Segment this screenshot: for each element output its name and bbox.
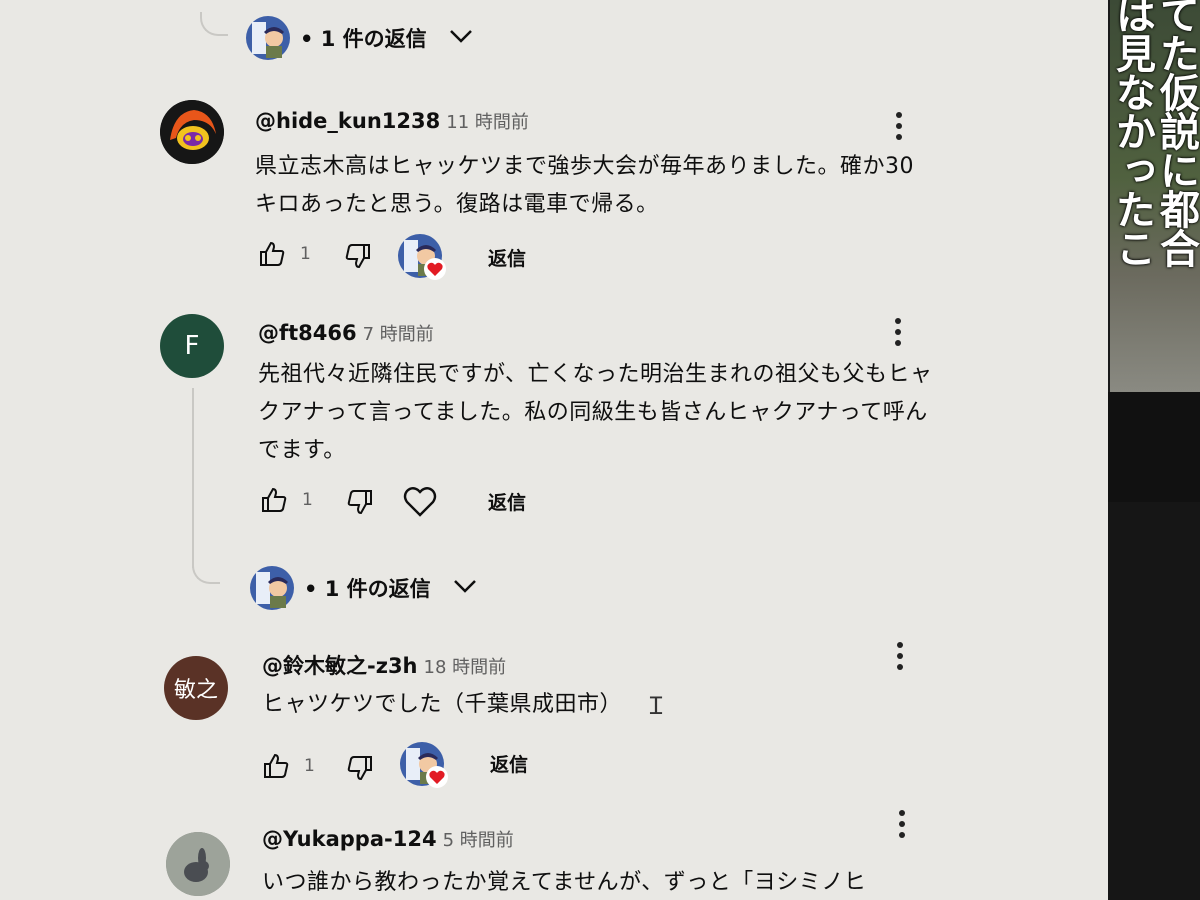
heart-button[interactable] — [402, 484, 438, 518]
dislike-button[interactable] — [344, 242, 372, 270]
chevron-down-icon — [453, 578, 477, 598]
chevron-down-icon — [449, 28, 473, 48]
reply-button[interactable]: 返信 — [488, 244, 526, 271]
avatar-initial: 敏之 — [173, 678, 218, 703]
comment-text: 県立志木高はヒャッケツまで強歩大会が毎年ありました。確か30キロあったと思う。復… — [255, 154, 914, 217]
comments-panel: • 1 件の返信 @hide_kun1238 11 時間前 県立志木高はヒャッケツ… — [0, 0, 1108, 900]
like-button[interactable]: 1 — [260, 486, 313, 514]
comment-timestamp[interactable]: 7 時間前 — [363, 324, 434, 345]
user-avatar[interactable]: F — [160, 314, 224, 378]
heart-icon — [426, 766, 448, 788]
more-options-icon[interactable] — [894, 640, 906, 672]
creator-avatar — [246, 16, 290, 60]
video-caption: てた仮説に都合 は見なかったこ — [1110, 0, 1199, 267]
thumbs-up-icon — [262, 487, 287, 512]
dislike-button[interactable] — [346, 754, 374, 782]
like-count: 1 — [300, 244, 311, 264]
like-button[interactable]: 1 — [258, 240, 311, 268]
thumbs-down-icon — [345, 244, 370, 269]
like-count: 1 — [302, 490, 313, 510]
replies-count-label: • 1 件の返信 — [300, 27, 427, 51]
heart-icon — [424, 258, 446, 280]
comment-timestamp[interactable]: 11 時間前 — [446, 112, 529, 133]
user-avatar[interactable] — [160, 100, 224, 164]
replies-toggle[interactable]: • 1 件の返信 — [246, 16, 473, 60]
creator-heart — [400, 742, 448, 788]
more-options-icon[interactable] — [892, 316, 904, 348]
author-handle[interactable]: @鈴木敏之-z3h — [262, 654, 418, 678]
comment-author[interactable]: @hide_kun1238 11 時間前 — [255, 108, 529, 134]
creator-heart — [398, 234, 446, 280]
user-avatar[interactable]: 敏之 — [164, 656, 228, 720]
comment-text: いつ誰から教わったか覚えてませんが、ずっと「ヨシミノヒ — [262, 870, 867, 895]
thumbs-up-icon — [264, 753, 289, 778]
author-handle[interactable]: @hide_kun1238 — [255, 109, 440, 133]
caption-line: は見なかったこ — [1110, 0, 1155, 267]
video-thumbnail[interactable]: てた仮説に都合 は見なかったこ — [1110, 0, 1200, 392]
user-avatar[interactable] — [166, 832, 230, 896]
replies-toggle[interactable]: • 1 件の返信 — [250, 566, 477, 610]
avatar-initial: F — [184, 331, 200, 361]
side-panel-lower — [1108, 392, 1200, 900]
thumbs-down-icon — [347, 756, 372, 781]
comment-author[interactable]: @鈴木敏之-z3h 18 時間前 — [262, 650, 506, 680]
text-cursor-icon: Ｉ — [644, 692, 668, 720]
comment-text: 先祖代々近隣住民ですが、亡くなった明治生まれの祖父も父もヒャクアナって言ってまし… — [258, 362, 933, 463]
thread-connector — [200, 12, 228, 36]
dislike-button[interactable] — [346, 488, 374, 516]
comment-text: ヒャツケツでした（千葉県成田市） — [262, 692, 623, 717]
thread-line — [192, 388, 194, 568]
caption-line: てた仮説に都合 — [1153, 0, 1199, 267]
side-video-panel: てた仮説に都合 は見なかったこ — [1108, 0, 1200, 900]
replies-count-label: • 1 件の返信 — [304, 577, 431, 601]
more-options-icon[interactable] — [893, 110, 905, 142]
like-count: 1 — [304, 756, 315, 776]
heart-outline-icon — [403, 487, 437, 517]
comment-timestamp[interactable]: 18 時間前 — [424, 657, 507, 678]
avatar-image — [160, 100, 224, 164]
author-handle[interactable]: @Yukappa-124 — [262, 827, 437, 851]
thumbs-up-icon — [260, 241, 285, 266]
author-handle[interactable]: @ft8466 — [258, 321, 357, 345]
comment-timestamp[interactable]: 5 時間前 — [443, 830, 514, 851]
avatar-image — [166, 832, 230, 896]
like-button[interactable]: 1 — [262, 752, 315, 780]
reply-button[interactable]: 返信 — [488, 488, 526, 515]
comment-author[interactable]: @Yukappa-124 5 時間前 — [262, 826, 514, 852]
creator-avatar — [250, 566, 294, 610]
more-options-icon[interactable] — [896, 808, 908, 840]
thumbs-down-icon — [347, 490, 372, 515]
comment-author[interactable]: @ft8466 7 時間前 — [258, 320, 434, 346]
thread-connector — [192, 560, 220, 584]
reply-button[interactable]: 返信 — [490, 750, 528, 777]
